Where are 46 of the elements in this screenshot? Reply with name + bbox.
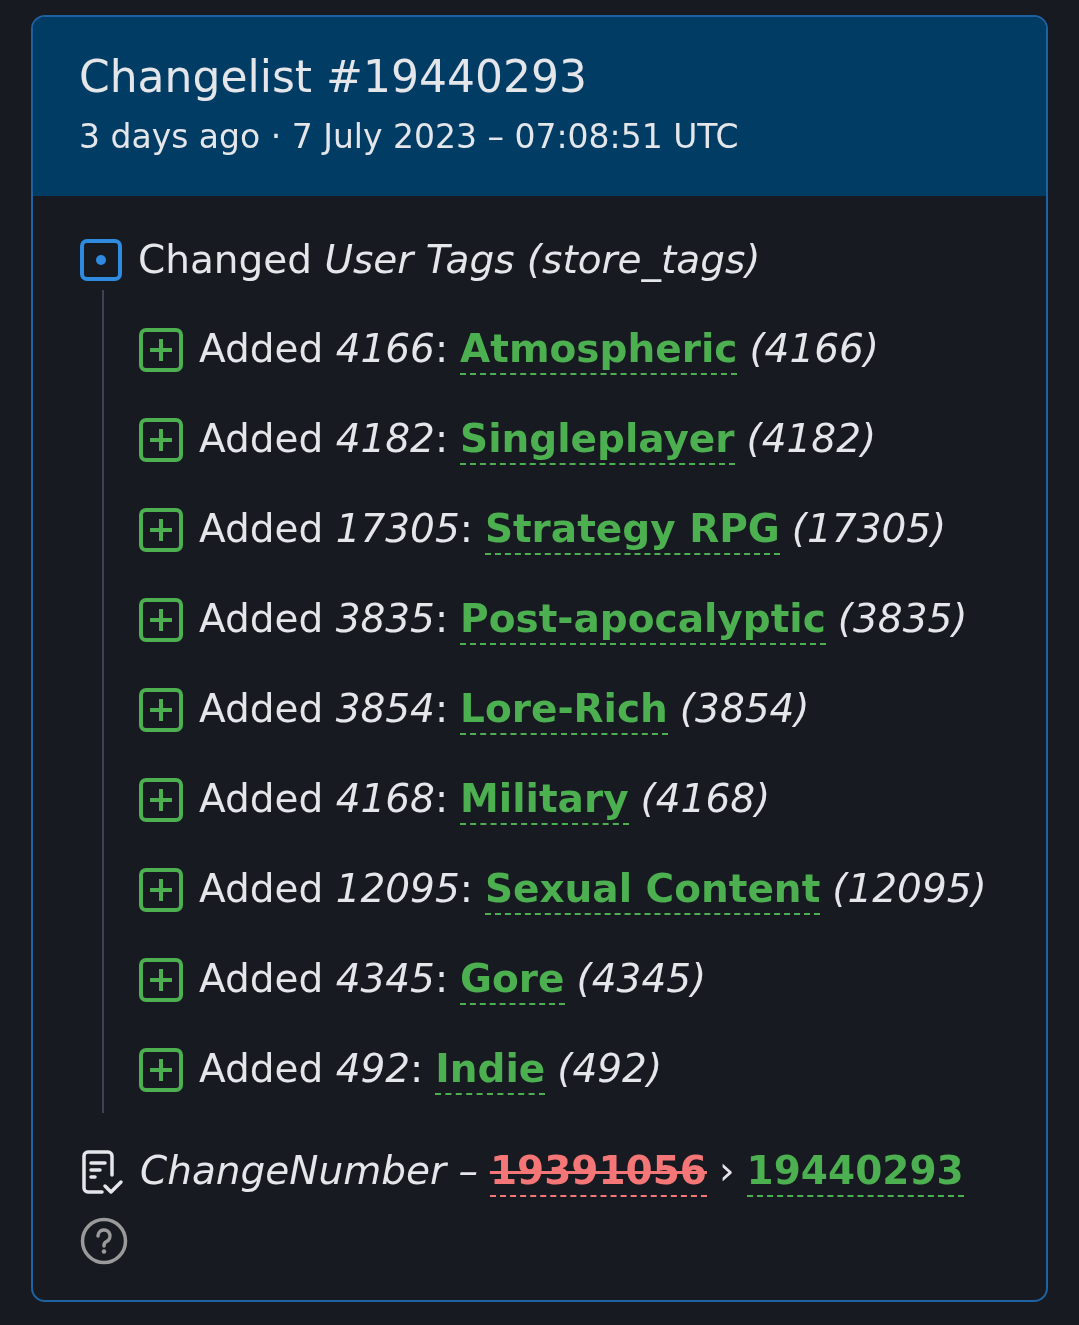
tag-id: (4168) [640,775,771,823]
tag-link[interactable]: Sexual Content [484,867,821,915]
plus-square-icon [139,598,183,642]
changelist-title: Changelist #19440293 [79,51,587,103]
tag-id: (4166) [749,325,880,373]
plus-square-icon [139,868,183,912]
tag-link[interactable]: Post-apocalyptic [460,597,826,645]
plus-square-icon [139,328,183,372]
tag-id: (492) [557,1045,663,1093]
added-label: Added 4345: [199,955,449,1003]
changelist-date: 3 days ago · 7 July 2023 – 07:08:51 UTC [79,116,739,158]
tag-id: (3835) [837,595,968,643]
plus-square-icon [139,958,183,1002]
tag-link[interactable]: Military [460,777,629,825]
change-number-label: ChangeNumber – [140,1147,478,1195]
old-value: 19391056 [489,1149,707,1197]
tag-link[interactable]: Singleplayer [460,417,735,465]
added-label: Added 12095: [199,865,473,913]
plus-square-icon [139,778,183,822]
added-label: Added 4168: [199,775,449,823]
arrow-separator: › [719,1147,735,1195]
tag-id: (4182) [746,415,877,463]
tag-id: (3854) [679,685,810,733]
modified-square-icon [80,239,122,281]
tag-link[interactable]: Gore [460,957,565,1005]
plus-square-icon [139,508,183,552]
document-check-icon [80,1149,124,1195]
change-summary: Changed User Tags (store_tags) [138,236,761,284]
plus-square-icon [139,688,183,732]
tag-id: (4345) [576,955,707,1003]
plus-square-icon [139,418,183,462]
added-label: Added 4166: [199,325,449,373]
tag-link[interactable]: Indie [435,1047,546,1095]
added-label: Added 492: [199,1045,424,1093]
plus-square-icon [139,1048,183,1092]
tag-id: (12095) [832,865,987,913]
tag-id: (17305) [791,505,947,553]
added-label: Added 4182: [199,415,449,463]
help-icon[interactable] [80,1217,128,1265]
tag-link[interactable]: Strategy RPG [484,507,780,555]
added-label: Added 3854: [199,685,449,733]
added-label: Added 3835: [199,595,449,643]
tag-link[interactable]: Atmospheric [460,327,738,375]
new-value: 19440293 [746,1149,964,1197]
tag-link[interactable]: Lore-Rich [460,687,668,735]
added-label: Added 17305: [199,505,473,553]
